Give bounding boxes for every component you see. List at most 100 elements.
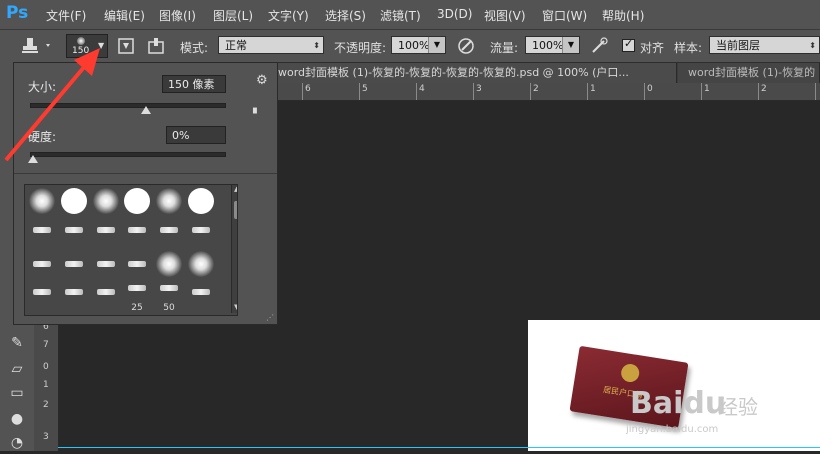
history-brush-icon[interactable]: ✎ (6, 332, 28, 354)
menu-help[interactable]: 帮助(H) (602, 7, 644, 24)
menu-edit[interactable]: 编辑(E) (104, 7, 145, 24)
toggle-brush-panel-icon[interactable] (114, 34, 138, 58)
brush-preset[interactable] (91, 281, 121, 311)
size-label: 大小: (28, 80, 57, 94)
airbrush-icon[interactable] (588, 34, 610, 58)
mode-label: 模式: (180, 41, 209, 55)
brush-preview-icon (77, 37, 85, 45)
menu-view[interactable]: 视图(V) (484, 7, 526, 24)
brush-preset[interactable] (122, 217, 152, 247)
brush-size-label: 50 (163, 303, 175, 313)
tab-document-1[interactable]: word封面模板 (1)-恢复的-恢复的-恢复的-恢复的.psd @ 100% … (278, 63, 677, 83)
tip-brush-icon (160, 227, 178, 233)
menu-window[interactable]: 窗口(W) (542, 7, 587, 24)
brush-preset[interactable] (91, 217, 121, 247)
toggle-clone-source-icon[interactable] (144, 34, 168, 58)
menu-image[interactable]: 图像(I) (159, 7, 196, 24)
scroll-up-icon[interactable]: ▲ (234, 185, 237, 193)
brush-preset-picker[interactable]: 150 ▼ (66, 34, 108, 58)
document-tabs: word封面模板 (1)-恢复的-恢复的-恢复的-恢复的.psd @ 100% … (278, 63, 820, 83)
brush-preset[interactable] (27, 217, 57, 247)
sample-select[interactable]: 当前图层 ⬍ (709, 36, 820, 54)
ruler-tick (758, 83, 759, 100)
tip-brush-icon (192, 289, 210, 295)
blur-tool-icon[interactable]: ● (6, 408, 28, 430)
menu-filter[interactable]: 滤镜(T) (380, 7, 421, 24)
brush-preset[interactable] (27, 249, 57, 279)
brush-preset[interactable] (154, 217, 184, 247)
opacity-value: 100% (398, 39, 430, 52)
ruler-label: 3 (43, 432, 49, 442)
tip-brush-icon (97, 227, 115, 233)
brush-size-label: 25 (131, 303, 143, 313)
brush-preset[interactable] (186, 186, 216, 216)
brush-preset[interactable] (91, 249, 121, 279)
gear-icon[interactable]: ⚙ (256, 73, 268, 88)
brush-preset[interactable] (186, 217, 216, 247)
new-preset-icon[interactable]: ▗ (249, 103, 257, 114)
hardness-field[interactable]: 0% (166, 126, 226, 144)
brush-preset[interactable] (154, 186, 184, 216)
tip-brush-icon (160, 285, 178, 291)
size-slider[interactable] (30, 103, 226, 108)
brush-preset[interactable] (59, 186, 89, 216)
scroll-thumb[interactable] (234, 201, 237, 219)
ruler-tick (815, 83, 816, 100)
tip-brush-icon (65, 289, 83, 295)
brush-preset-grid: 25 50 ▲ ▼ (24, 184, 238, 316)
ruler-tick (416, 83, 417, 100)
hardness-slider-thumb[interactable] (28, 155, 38, 163)
chevron-down-icon[interactable]: ▼ (428, 37, 445, 53)
brush-preset[interactable] (186, 281, 216, 311)
clone-stamp-tool-icon[interactable] (18, 34, 56, 58)
scroll-down-icon[interactable]: ▼ (234, 303, 237, 311)
size-slider-thumb[interactable] (141, 106, 152, 114)
opacity-field[interactable]: 100% ▼ (391, 36, 446, 54)
brush-preset[interactable] (27, 186, 57, 216)
hardness-slider[interactable] (30, 152, 226, 157)
brush-preset[interactable] (154, 249, 184, 279)
tip-brush-icon (128, 285, 146, 291)
horizontal-ruler: 6 5 4 3 2 1 0 1 2 (278, 83, 820, 101)
eraser-tool-icon[interactable]: ▱ (6, 358, 28, 380)
national-emblem-icon (619, 362, 641, 384)
tab-document-2[interactable]: word封面模板 (1)-恢复的 (678, 63, 820, 83)
menu-layer[interactable]: 图层(L) (213, 7, 253, 24)
preset-scrollbar[interactable]: ▲ ▼ (231, 185, 237, 313)
menu-3d[interactable]: 3D(D) (437, 7, 472, 21)
ruler-label: 3 (476, 84, 482, 94)
brush-preset[interactable] (59, 217, 89, 247)
chevron-down-icon[interactable]: ▼ (562, 37, 579, 53)
tip-brush-icon (128, 261, 146, 267)
menu-type[interactable]: 文字(Y) (268, 7, 309, 24)
ruler-label: 5 (362, 84, 368, 94)
brush-preset[interactable] (122, 186, 152, 216)
mode-select[interactable]: 正常 ⬍ (218, 36, 324, 54)
resize-grip-icon[interactable]: ⋰ (266, 313, 274, 322)
ruler-label: 0 (43, 362, 49, 372)
menu-select[interactable]: 选择(S) (325, 7, 366, 24)
brush-preset[interactable] (59, 281, 89, 311)
soft-round-brush-icon (93, 188, 119, 214)
ruler-label: 2 (43, 400, 49, 410)
tip-brush-icon (33, 289, 51, 295)
menu-file[interactable]: 文件(F) (46, 7, 86, 24)
ruler-label: 4 (419, 84, 425, 94)
brush-preset[interactable] (59, 249, 89, 279)
brush-preset[interactable]: 25 (122, 281, 152, 313)
brush-preset[interactable] (122, 249, 152, 279)
brush-preset[interactable]: 50 (154, 281, 184, 313)
photoshop-logo: Ps (6, 3, 29, 23)
brush-preset[interactable] (186, 249, 216, 279)
ruler-tick (644, 83, 645, 100)
aligned-checkbox[interactable]: ✓ (622, 37, 635, 52)
brush-preset[interactable] (91, 186, 121, 216)
gradient-tool-icon[interactable]: ▭ (6, 382, 28, 404)
pressure-opacity-icon[interactable] (454, 34, 478, 58)
brush-preset[interactable] (27, 281, 57, 311)
size-field[interactable]: 150 像素 (162, 75, 226, 93)
document-canvas[interactable]: 居民户口簿 Baidu 经验 jingyan.baidu.com (528, 320, 820, 451)
flow-field[interactable]: 100% ▼ (525, 36, 580, 54)
watermark-logo: Baidu (630, 386, 727, 421)
soft-round-brush-icon (156, 251, 182, 277)
